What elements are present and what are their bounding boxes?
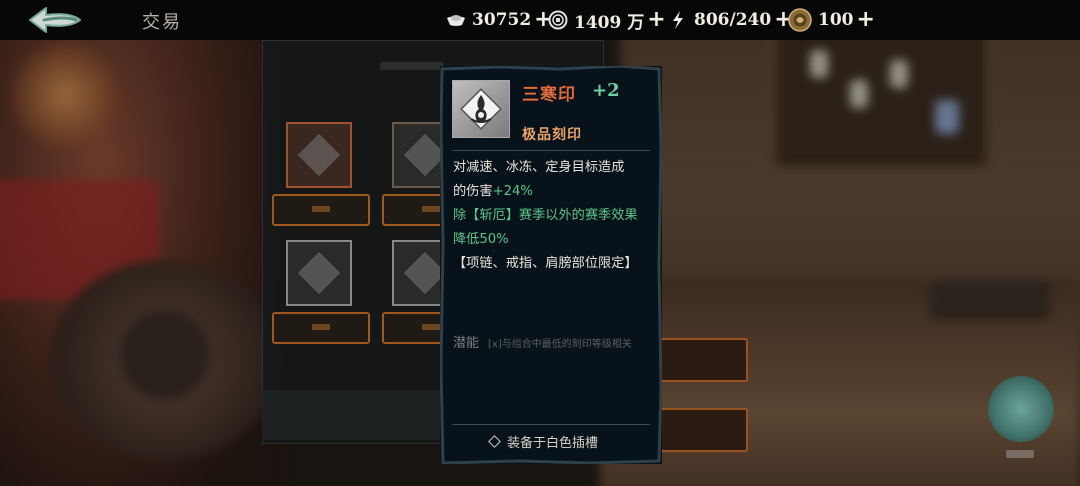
potential-note: [x]与组合中最低的刻印等级相关 (488, 335, 632, 350)
equip-hint-text: 装备于白色插槽 (507, 436, 599, 451)
bg-vase (935, 100, 959, 134)
bg-shelf (770, 20, 992, 172)
bg-table (930, 280, 1050, 320)
item-icon (452, 80, 510, 138)
divider (452, 150, 650, 151)
resource-stamina: 806/240 + (668, 8, 793, 32)
inventory-slot[interactable] (286, 122, 352, 188)
bag-label (1006, 450, 1034, 458)
item-level: +2 (592, 80, 620, 101)
back-arrow-icon (29, 7, 81, 33)
seal-icon (297, 251, 341, 295)
side-action-button[interactable] (660, 408, 748, 452)
lightning-icon (668, 10, 688, 30)
divider (452, 424, 650, 425)
season-effect-line: 降低50% (453, 232, 509, 247)
bg-jar (810, 50, 828, 78)
effect-text: 的伤害 (453, 184, 493, 199)
season-effect-line: 除【斩厄】赛季以外的赛季效果 (453, 208, 638, 223)
resource-value: 806/240 (694, 10, 772, 30)
bg-jar (890, 60, 908, 88)
potential-description: 与组合中最低的刻印等级相关 (501, 339, 632, 350)
back-button[interactable] (24, 4, 86, 36)
slot-restriction: 【项链、戒指、肩膀部位限定】 (453, 256, 638, 271)
slot-button[interactable] (272, 194, 370, 226)
resource-coin: 1409 万 + (548, 8, 666, 33)
resource-value: 100 (818, 10, 854, 30)
potential-bracket: [x] (488, 339, 502, 350)
bg-jar (850, 80, 868, 108)
side-action-button[interactable] (660, 338, 748, 382)
effect-value: +24% (492, 184, 533, 199)
bg-lantern (10, 40, 120, 150)
item-tooltip: 三寒印 +2 极品刻印 对减速、冰冻、定身目标造成 的伤害+24% 除【斩厄】赛… (440, 66, 662, 464)
item-grade: 极品刻印 (522, 127, 582, 143)
seal-icon (297, 133, 341, 177)
inventory-slot[interactable] (286, 240, 352, 306)
frost-seal-icon (460, 88, 502, 130)
slot-button[interactable] (272, 312, 370, 344)
item-name: 三寒印 (522, 85, 576, 105)
ingot-icon (446, 10, 466, 30)
bg-disc-center (120, 310, 210, 400)
top-bar: 交易 30752 + 1409 万 + 806/240 + 100 + (0, 0, 1080, 40)
diamond-icon (488, 435, 501, 448)
equip-hint: 装备于白色插槽 (488, 432, 599, 451)
effect-line: 的伤害+24% (453, 180, 533, 204)
token-icon (788, 8, 812, 32)
resource-ingot: 30752 + (446, 8, 553, 32)
page-title: 交易 (142, 12, 182, 33)
inventory-header (380, 62, 444, 70)
add-token-button[interactable]: + (857, 9, 875, 31)
add-coin-button[interactable]: + (647, 9, 665, 31)
resource-value: 30752 (472, 10, 532, 30)
resource-token: 100 + (788, 8, 875, 32)
coin-icon (548, 10, 568, 30)
resource-value: 1409 万 (574, 12, 645, 33)
potential-label: 潜能 (453, 336, 480, 351)
effect-line: 对减速、冰冻、定身目标造成 (453, 160, 625, 175)
bag-icon[interactable] (988, 376, 1054, 442)
